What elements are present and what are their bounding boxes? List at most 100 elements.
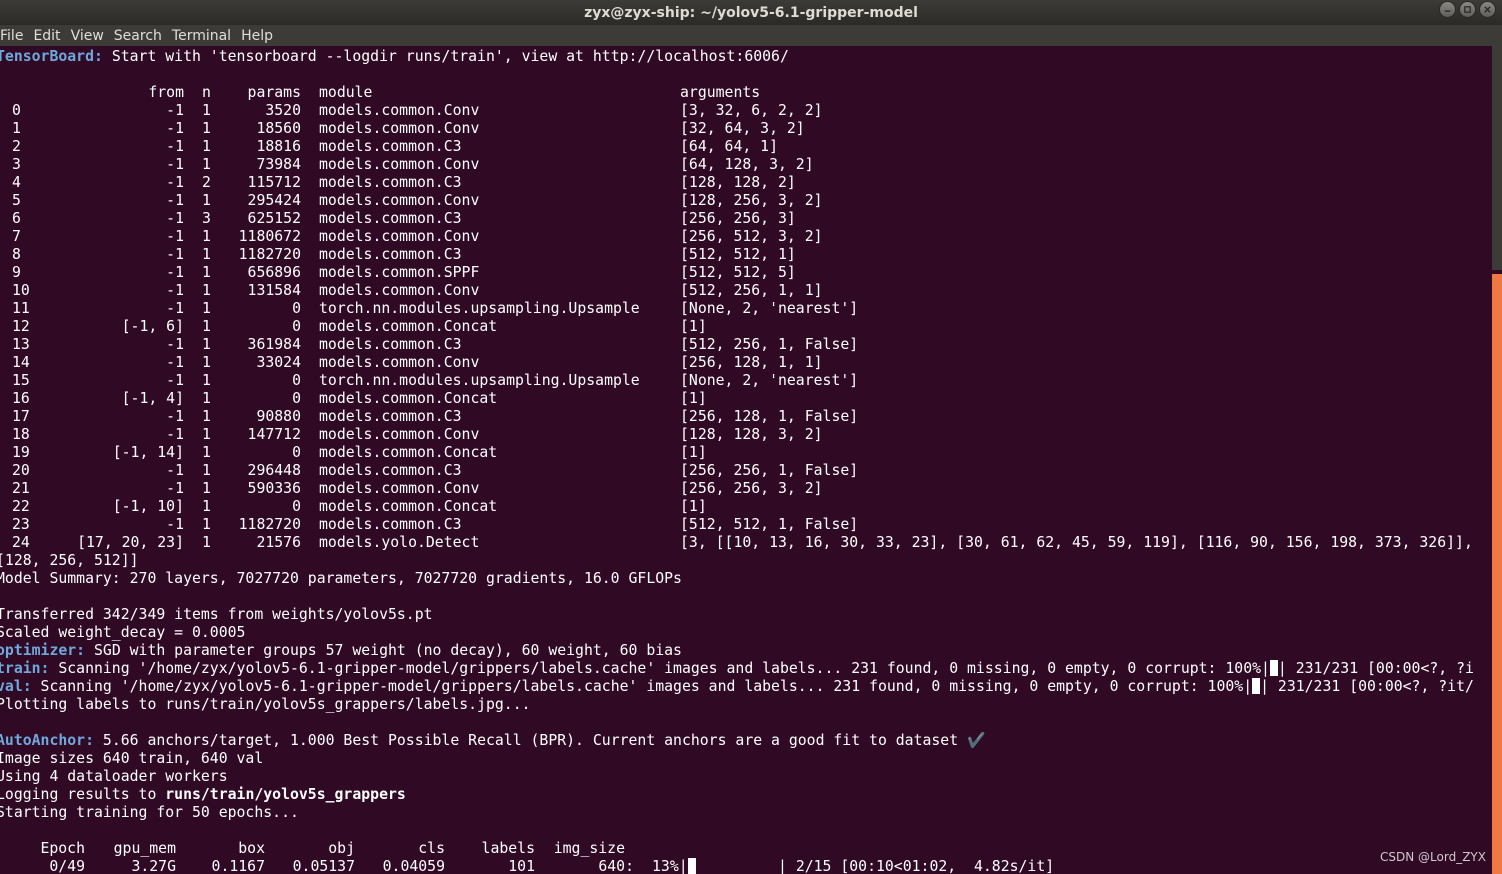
layer-module: models.common.Conv bbox=[319, 426, 480, 443]
layer-arguments: [1] bbox=[680, 498, 707, 515]
layer-arguments: [512, 512, 5] bbox=[680, 264, 796, 281]
layer-module: models.common.Conv bbox=[319, 192, 480, 209]
layer-row: 8 -1 1 1182720 models.common.C3 [512, 512, 1] bbox=[0, 246, 1491, 264]
layer-params: 1182720 bbox=[238, 246, 301, 263]
window-title: zyx@zyx-ship: ~/yolov5-6.1-gripper-model bbox=[584, 4, 918, 21]
layer-params: 590336 bbox=[247, 480, 301, 497]
layer-row: 3 -1 1 73984 models.common.Conv [64, 128, 3, … bbox=[0, 156, 1491, 174]
terminal-window: zyx@zyx-ship: ~/yolov5-6.1-gripper-model… bbox=[0, 0, 1502, 874]
layer-params: 90880 bbox=[256, 408, 301, 425]
minimize-icon bbox=[1444, 10, 1451, 12]
layer-arguments: [1] bbox=[680, 390, 707, 407]
layer-module: models.common.C3 bbox=[319, 246, 462, 263]
autoanchor-text: 5.66 anchors/target, 1.000 Best Possible… bbox=[94, 732, 986, 749]
logging-path: runs/train/yolov5s_grappers bbox=[165, 786, 406, 803]
train-progress-block bbox=[1269, 660, 1278, 676]
scrollbar-gap bbox=[1492, 270, 1502, 274]
menu-file[interactable]: File bbox=[0, 28, 28, 44]
menu-bar: File Edit View Search Terminal Help bbox=[0, 25, 1502, 46]
layer-params: 147712 bbox=[247, 426, 301, 443]
layer-row: 17 -1 1 90880 models.common.C3 [256, 128, 1, … bbox=[0, 408, 1491, 426]
layer-params: 656896 bbox=[247, 264, 301, 281]
layer-params: 296448 bbox=[247, 462, 301, 479]
layer-params: 0 bbox=[292, 318, 301, 335]
val-prefix: val: bbox=[0, 678, 32, 695]
layer-arguments: [512, 512, 1, False] bbox=[680, 516, 859, 533]
layer-params: 131584 bbox=[247, 282, 301, 299]
layer-row: 9 -1 1 656896 models.common.SPPF [512, 512, 5… bbox=[0, 264, 1491, 282]
layer-params: 1180672 bbox=[238, 228, 301, 245]
menu-help[interactable]: Help bbox=[241, 28, 278, 44]
layer-module: models.common.Concat bbox=[319, 390, 498, 407]
layer-arguments: [1] bbox=[680, 444, 707, 461]
starting-line: Starting training for 50 epochs... bbox=[0, 804, 299, 821]
layer-module: models.common.Conv bbox=[319, 102, 480, 119]
layer-row: 11 -1 1 0 torch.nn.modules.upsampling.Upsamp… bbox=[0, 300, 1491, 318]
logging-line: Logging results to runs/train/yolov5s_gr… bbox=[0, 786, 406, 804]
layer-arguments: [1] bbox=[680, 318, 707, 335]
layer-arguments: [512, 512, 1] bbox=[680, 246, 796, 263]
minimize-button[interactable] bbox=[1439, 1, 1456, 18]
train-header: Epoch gpu_mem box obj cls labels img_siz… bbox=[0, 840, 1491, 858]
layer-arguments: [256, 256, 3, 2] bbox=[680, 480, 823, 497]
val-scan-line: val: Scanning '/home/zyx/yolov5-6.1-grip… bbox=[0, 678, 1474, 696]
val-scan-tail: | 231/231 [00:00<?, ?it/ bbox=[1260, 678, 1474, 695]
layer-module: models.common.Concat bbox=[319, 498, 498, 515]
optimizer-line: optimizer: SGD with parameter groups 57 … bbox=[0, 642, 682, 660]
layer-row: 0 -1 1 3520 models.common.Conv [3, 32, 6, 2, … bbox=[0, 102, 1491, 120]
layer-params: 18560 bbox=[256, 120, 301, 137]
maximize-icon bbox=[1464, 6, 1471, 13]
layer-row: 16 [-1, 4] 1 0 models.common.Concat [1] bbox=[0, 390, 1491, 408]
scrollbar-thumb[interactable] bbox=[1492, 46, 1502, 270]
layer-module: models.common.C3 bbox=[319, 174, 462, 191]
layer-row: 12 [-1, 6] 1 0 models.common.Concat [1] bbox=[0, 318, 1491, 336]
window-controls bbox=[1439, 1, 1496, 18]
layer-module: torch.nn.modules.upsampling.Upsample bbox=[319, 300, 640, 317]
layer-module: models.common.Conv bbox=[319, 120, 480, 137]
layer-params: 0 bbox=[292, 444, 301, 461]
watermark: CSDN @Lord_ZYX bbox=[1380, 850, 1486, 864]
logging-prefix: Logging results to bbox=[0, 786, 166, 803]
layer-row: 20 -1 1 296448 models.common.C3 [256, 256, 1,… bbox=[0, 462, 1491, 480]
train-scan-tail: | 231/231 [00:00<?, ?i bbox=[1277, 660, 1474, 677]
scrollbar[interactable] bbox=[1492, 46, 1502, 874]
layer-row: 24 [17, 20, 23] 1 21576 models.yolo.Detect [3… bbox=[0, 534, 1491, 552]
layer-row: 2 -1 1 18816 models.common.C3 [64, 64, 1] bbox=[0, 138, 1491, 156]
menu-edit[interactable]: Edit bbox=[33, 28, 65, 44]
layer-module: models.common.Conv bbox=[319, 480, 480, 497]
model-summary: Model Summary: 270 layers, 7027720 param… bbox=[0, 570, 682, 587]
layer-row: 19 [-1, 14] 1 0 models.common.Concat [1] bbox=[0, 444, 1491, 462]
layer-row: 1 -1 1 18560 models.common.Conv [32, 64, 3, 2… bbox=[0, 120, 1491, 138]
layer-row: 15 -1 1 0 torch.nn.modules.upsampling.Upsamp… bbox=[0, 372, 1491, 390]
workers-line: Using 4 dataloader workers bbox=[0, 768, 228, 785]
title-bar[interactable]: zyx@zyx-ship: ~/yolov5-6.1-gripper-model bbox=[0, 0, 1502, 25]
layer-module: models.common.Conv bbox=[319, 354, 480, 371]
menu-terminal[interactable]: Terminal bbox=[172, 28, 236, 44]
layer-module: models.common.C3 bbox=[319, 210, 462, 227]
layer-arguments: [128, 128, 3, 2] bbox=[680, 426, 823, 443]
layer-arguments: [256, 256, 3] bbox=[680, 210, 796, 227]
maximize-button[interactable] bbox=[1459, 1, 1476, 18]
table-header: from n params module arguments bbox=[0, 84, 1491, 102]
train-scan-line: train: Scanning '/home/zyx/yolov5-6.1-gr… bbox=[0, 660, 1474, 678]
layer-module: models.common.C3 bbox=[319, 516, 462, 533]
layer-arguments: [512, 256, 1, False] bbox=[680, 336, 859, 353]
tensorboard-prefix: TensorBoard: bbox=[0, 48, 103, 65]
menu-view[interactable]: View bbox=[71, 28, 109, 44]
layer-module: models.yolo.Detect bbox=[319, 534, 480, 551]
close-button[interactable] bbox=[1479, 1, 1496, 18]
layer-arguments: [256, 128, 1, False] bbox=[680, 408, 859, 425]
layer-params: 1182720 bbox=[238, 516, 301, 533]
layer-params: 0 bbox=[292, 300, 301, 317]
val-scan-text: Scanning '/home/zyx/yolov5-6.1-gripper-m… bbox=[31, 678, 1253, 695]
layer-row: 22 [-1, 10] 1 0 models.common.Concat [1] bbox=[0, 498, 1491, 516]
terminal-output[interactable]: TensorBoard: Start with 'tensorboard --l… bbox=[0, 47, 1491, 874]
menu-search[interactable]: Search bbox=[114, 28, 167, 44]
plotting-line: Plotting labels to runs/train/yolov5s_gr… bbox=[0, 696, 531, 713]
layer-params: 0 bbox=[292, 390, 301, 407]
layer-params: 115712 bbox=[247, 174, 301, 191]
header-module: module bbox=[319, 84, 373, 101]
train-scan-text: Scanning '/home/zyx/yolov5-6.1-gripper-m… bbox=[49, 660, 1270, 677]
layer-module: models.common.Conv bbox=[319, 282, 480, 299]
layer-row: 23 -1 1 1182720 models.common.C3 [512, 512, 1… bbox=[0, 516, 1491, 534]
